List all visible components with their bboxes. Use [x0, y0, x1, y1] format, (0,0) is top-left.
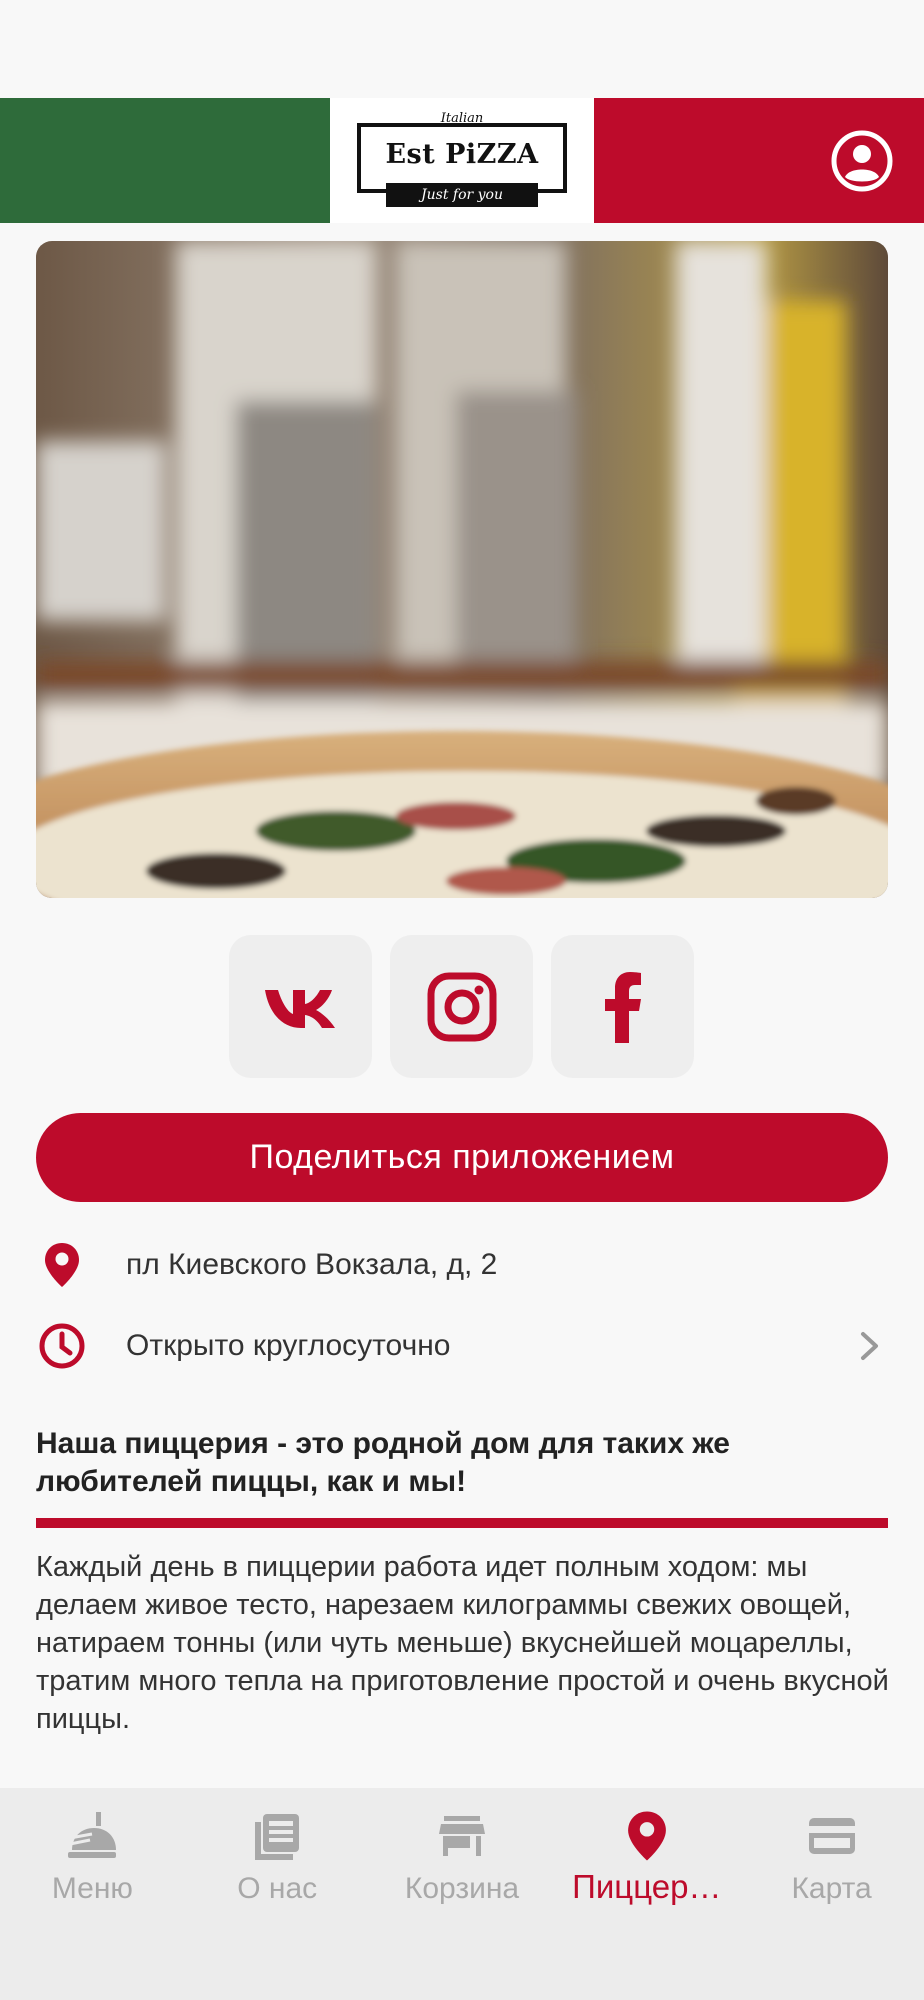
- tab-menu[interactable]: Меню: [0, 1808, 185, 2000]
- location-pin-icon: [36, 1239, 88, 1291]
- tab-cart[interactable]: Корзина: [370, 1808, 555, 2000]
- tab-pizzeria[interactable]: Пиццер…: [554, 1808, 739, 2000]
- menu-icon: [64, 1808, 120, 1864]
- about-title: Наша пиццерия - это родной дом для таких…: [36, 1427, 730, 1498]
- location-pin-icon: [619, 1808, 675, 1864]
- flag-white-stripe: Italian Est PiZZA Just for you: [330, 98, 594, 223]
- about-icon: [249, 1808, 305, 1864]
- facebook-button[interactable]: [551, 935, 694, 1078]
- tab-about-label: О нас: [237, 1872, 318, 1905]
- tab-menu-label: Меню: [51, 1872, 133, 1905]
- divider: [36, 1518, 888, 1528]
- address-row: пл Киевского Вокзала, д, 2: [36, 1235, 888, 1295]
- app-header: Italian Est PiZZA Just for you: [0, 98, 924, 223]
- flag-green-stripe: [0, 98, 330, 223]
- vk-icon: [264, 989, 335, 1028]
- tab-about[interactable]: О нас: [185, 1808, 370, 2000]
- bottom-tab-bar: Меню О нас Корзина Пиццер… Карта: [0, 1788, 924, 2000]
- facebook-icon: [604, 971, 641, 1043]
- hours-row[interactable]: Открыто круглосуточно: [36, 1316, 888, 1376]
- instagram-button[interactable]: [390, 935, 533, 1078]
- flag-red-stripe: [594, 98, 924, 223]
- hours-text: Открыто круглосуточно: [126, 1329, 451, 1362]
- address-text: пл Киевского Вокзала, д, 2: [126, 1248, 498, 1281]
- chevron-right-icon: [848, 1326, 888, 1366]
- store-icon: [434, 1808, 490, 1864]
- logo-tagline-top: Italian: [440, 110, 484, 126]
- share-app-button[interactable]: Поделиться приложением: [36, 1113, 888, 1202]
- tab-card-label: Карта: [791, 1872, 872, 1905]
- pizzeria-photo: [36, 241, 888, 898]
- about-description: Каждый день в пиццерии работа идет полны…: [36, 1551, 889, 1735]
- logo-wordmark: Est PiZZA: [385, 138, 539, 170]
- clock-icon: [36, 1320, 88, 1372]
- vk-button[interactable]: [229, 935, 372, 1078]
- tab-card[interactable]: Карта: [739, 1808, 924, 2000]
- social-links: [229, 935, 694, 1078]
- profile-button[interactable]: [830, 129, 894, 193]
- tab-pizzeria-label: Пиццер…: [572, 1868, 722, 1905]
- brand-logo: Italian Est PiZZA Just for you: [353, 109, 571, 213]
- instagram-icon: [427, 972, 496, 1041]
- profile-icon: [831, 130, 893, 192]
- logo-tagline-bottom: Just for you: [386, 182, 538, 207]
- card-icon: [804, 1808, 860, 1864]
- tab-cart-label: Корзина: [404, 1872, 520, 1905]
